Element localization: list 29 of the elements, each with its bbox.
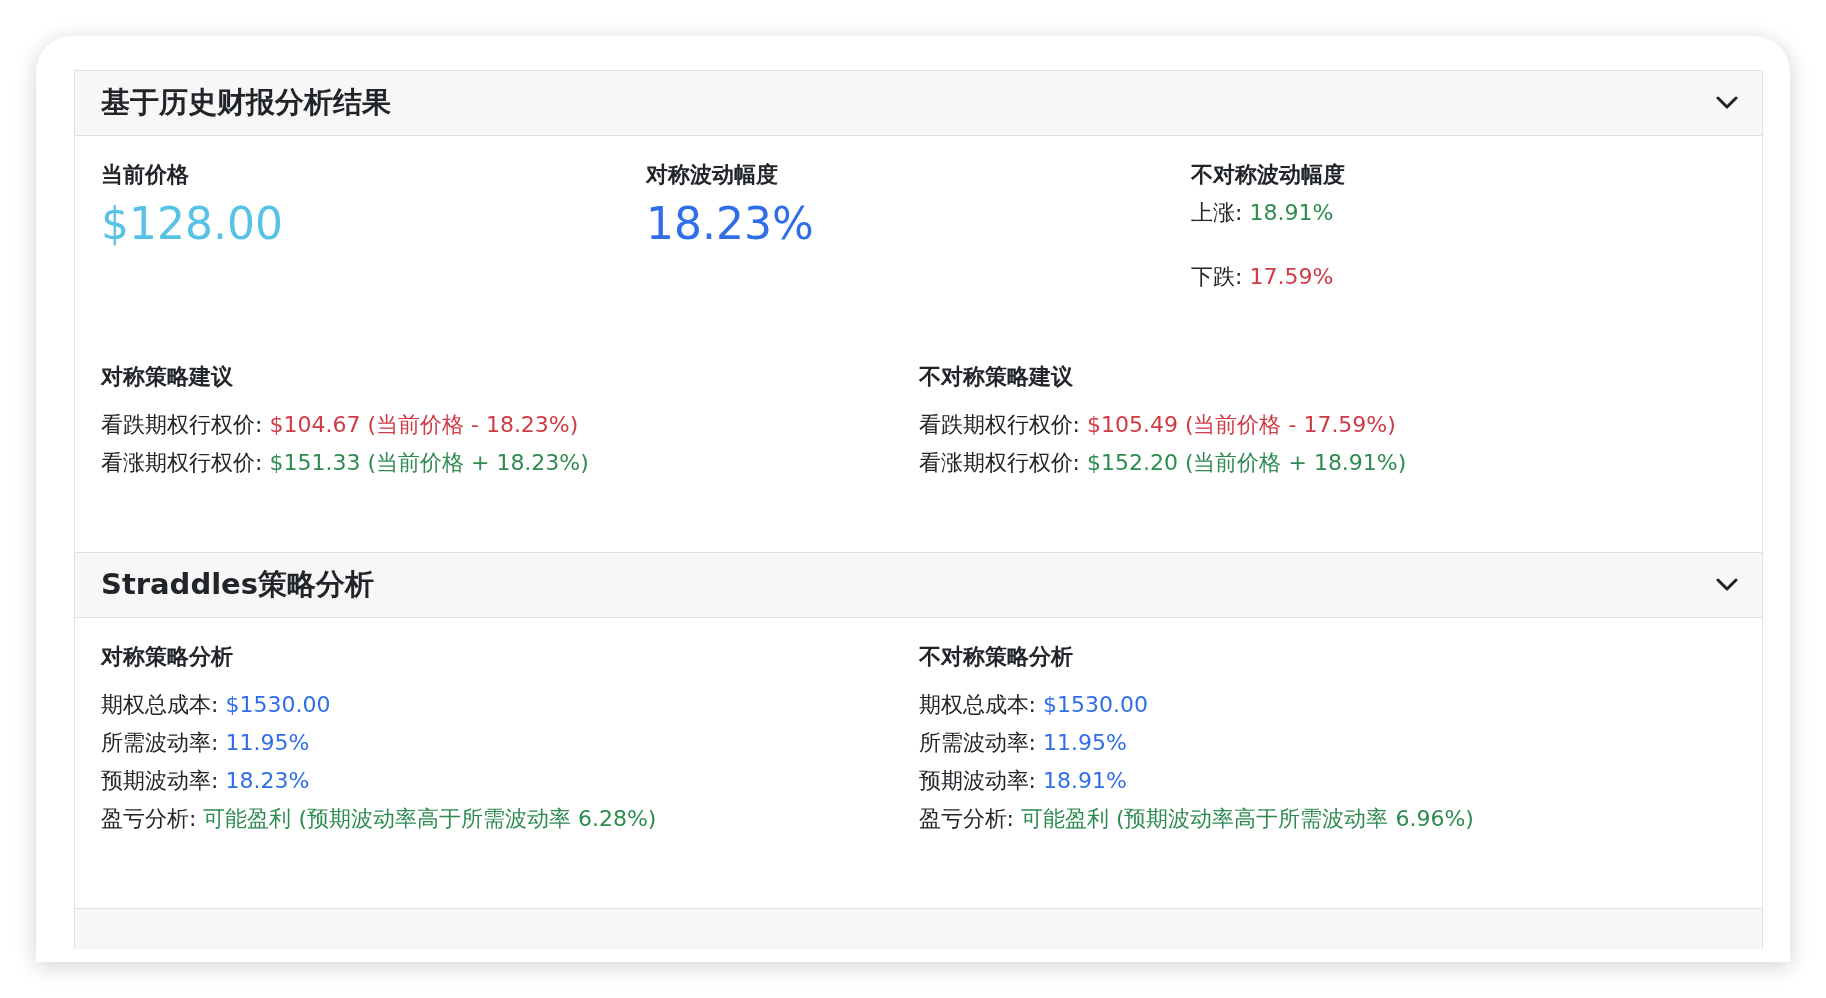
section-header[interactable]: 基于历史财报分析结果	[75, 71, 1762, 136]
section-header[interactable]: Straddles策略分析	[75, 553, 1762, 618]
metric-label: 不对称波动幅度	[1191, 161, 1346, 189]
result-line: 期权总成本: $1530.00	[101, 691, 332, 719]
metric-line: 上涨: 18.91%	[1191, 199, 1335, 227]
column-heading: 不对称策略建议	[918, 363, 1074, 391]
result-line: 预期波动率: 18.23%	[101, 767, 311, 795]
metric-label: 对称波动幅度	[646, 161, 779, 189]
result-line: 盈亏分析: 可能盈利 (预期波动率高于所需波动率 6.96%)	[918, 805, 1475, 833]
chevron-icon[interactable]	[1716, 96, 1738, 110]
result-line: 看跌期权行权价: $105.49 (当前价格 - 17.59%)	[918, 411, 1397, 439]
metric-value: 18.23%	[646, 198, 815, 249]
result-line: 所需波动率: 11.95%	[918, 729, 1128, 757]
result-line: 盈亏分析: 可能盈利 (预期波动率高于所需波动率 6.28%)	[101, 805, 658, 833]
column-heading: 不对称策略分析	[918, 643, 1074, 671]
metric-line: 下跌: 17.59%	[1191, 263, 1335, 291]
section-title: 基于历史财报分析结果	[101, 84, 391, 121]
result-line: 所需波动率: 11.95%	[101, 729, 311, 757]
metric-label: 当前价格	[101, 161, 190, 189]
result-line: 期权总成本: $1530.00	[918, 691, 1149, 719]
result-line: 预期波动率: 18.91%	[918, 767, 1128, 795]
column-heading: 对称策略分析	[101, 643, 234, 671]
metric-value: $128.00	[101, 198, 284, 249]
column-heading: 对称策略建议	[101, 363, 234, 391]
result-line: 看涨期权行权价: $152.20 (当前价格 + 18.91%)	[918, 449, 1408, 477]
result-line: 看跌期权行权价: $104.67 (当前价格 - 18.23%)	[101, 411, 580, 439]
section-title: Straddles策略分析	[101, 566, 374, 603]
chevron-icon[interactable]	[1716, 578, 1738, 592]
result-line: 看涨期权行权价: $151.33 (当前价格 + 18.23%)	[101, 449, 590, 477]
